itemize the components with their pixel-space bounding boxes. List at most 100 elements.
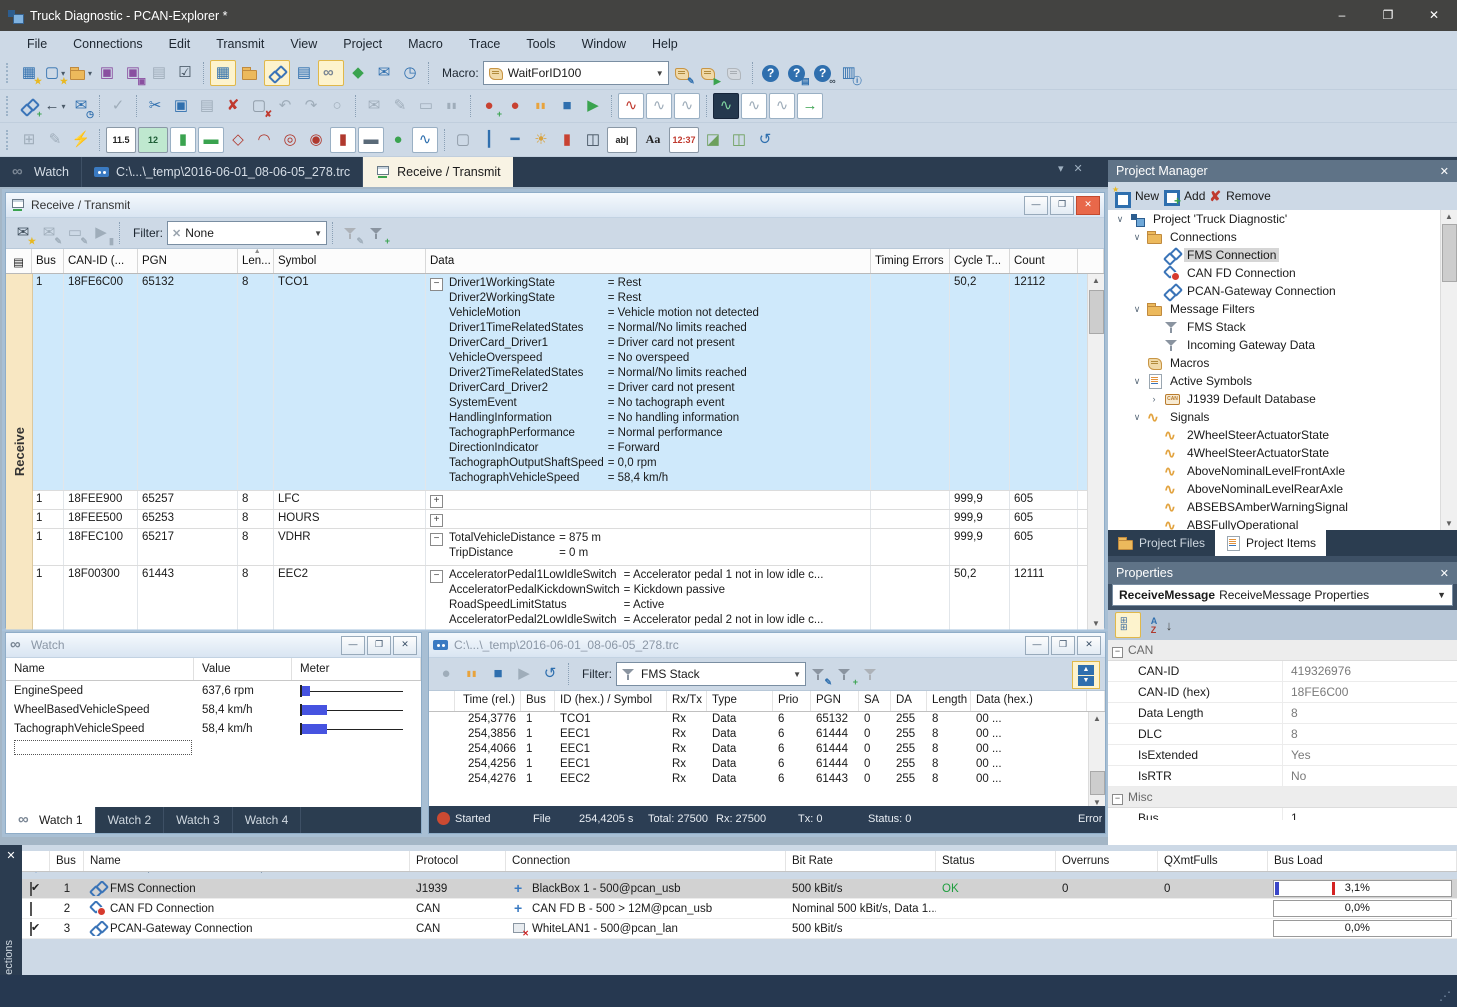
column-header-connection[interactable]: Connection — [506, 851, 786, 871]
toggle-connections[interactable] — [264, 60, 290, 86]
save-all-button[interactable]: ▣▣ — [121, 61, 145, 85]
new-project-button[interactable]: ▦★ — [17, 61, 41, 85]
instr-scale-v[interactable]: ▮ — [330, 127, 356, 153]
instr-gauge-round[interactable]: ◎ — [278, 128, 302, 152]
new-document-button[interactable]: ▢★▾ — [43, 61, 67, 85]
watch-row-wheelbasedvehiclespeed[interactable]: WheelBasedVehicleSpeed58,4 km/h — [6, 700, 421, 719]
scroll-up-icon[interactable]: ▲ — [1092, 276, 1100, 285]
pause-button[interactable]: ▮▮ — [529, 94, 553, 118]
column-header-status[interactable]: Status — [936, 851, 1056, 871]
close-button[interactable]: ✕ — [1077, 636, 1101, 655]
column-header-name[interactable]: Name — [84, 851, 410, 871]
maximize-button[interactable]: ❐ — [1365, 0, 1411, 31]
column-header-rx-tx[interactable]: Rx/Tx — [667, 691, 707, 711]
tree-expander-icon[interactable]: ∨ — [1114, 214, 1126, 225]
instr-led[interactable]: ● — [386, 128, 410, 152]
instr-graph[interactable]: ∿ — [412, 127, 438, 153]
scroll-down-icon[interactable]: ▼ — [1092, 619, 1100, 628]
minimize-button[interactable]: — — [341, 636, 365, 655]
receive-filter-combo[interactable]: ✕None▼ — [167, 221, 327, 245]
new-button[interactable]: New — [1114, 189, 1159, 204]
watch-row-tachographvehiclespeed[interactable]: TachographVehicleSpeed58,4 km/h — [6, 719, 421, 738]
column-header-bus[interactable]: Bus — [521, 691, 555, 711]
column-header-bus[interactable]: Bus — [50, 851, 84, 871]
tab-receive-transmit[interactable]: Receive / Transmit — [363, 157, 513, 187]
column-header-type[interactable]: Type — [707, 691, 773, 711]
menu-macro[interactable]: Macro — [395, 33, 456, 55]
tree-item-incoming-gateway-data[interactable]: Incoming Gateway Data — [1108, 336, 1457, 354]
menu-project[interactable]: Project — [330, 33, 395, 55]
property-group-misc[interactable]: −Misc — [1108, 787, 1457, 808]
enable-checkbox[interactable] — [30, 902, 32, 916]
property-row-dlc[interactable]: DLC8 — [1108, 724, 1457, 745]
trace-filter-combo[interactable]: FMS Stack▼ — [616, 662, 806, 686]
add-button[interactable]: Add — [1163, 189, 1205, 204]
macro-run-button[interactable]: ▶ — [696, 61, 720, 85]
tree-expander-icon[interactable]: › — [1148, 394, 1160, 404]
property-group-can[interactable]: −CAN — [1108, 640, 1457, 661]
instr-slider-v[interactable]: ┃ — [477, 128, 501, 152]
menu-tools[interactable]: Tools — [513, 33, 568, 55]
menu-help[interactable]: Help — [639, 33, 691, 55]
trace-vertical-scrollbar[interactable]: ▲ ▼ — [1088, 712, 1105, 809]
options-button[interactable]: ☑ — [173, 61, 197, 85]
instr-indicator[interactable]: ☀ — [529, 128, 553, 152]
record-new-button[interactable]: ●+ — [477, 94, 501, 118]
close-panel-icon[interactable]: ✕ — [1440, 567, 1449, 580]
menu-trace[interactable]: Trace — [456, 33, 514, 55]
tree-item-4wheelsteeractuatorstate[interactable]: 4WheelSteerActuatorState — [1108, 444, 1457, 462]
resize-grip[interactable]: ⋰ — [1439, 989, 1451, 1003]
maximize-button[interactable]: ❐ — [1050, 196, 1074, 215]
tree-item-abovenominallevelrearaxle[interactable]: AboveNominalLevelRearAxle — [1108, 480, 1457, 498]
collapse-icon[interactable]: − — [430, 570, 443, 583]
tree-expander-icon[interactable]: ∨ — [1131, 376, 1143, 387]
reset-button[interactable]: ←▾ — [43, 94, 67, 118]
tree-item-message-filters[interactable]: ∨Message Filters — [1108, 300, 1457, 318]
tree-item-can-fd-connection[interactable]: CAN FD Connection — [1108, 264, 1457, 282]
column-header-meter[interactable]: Meter — [292, 658, 421, 680]
scroll-up-icon[interactable]: ▲ — [1093, 714, 1101, 723]
property-row-isextended[interactable]: IsExtendedYes — [1108, 745, 1457, 766]
play-button[interactable]: ▶ — [581, 94, 605, 118]
new-message-button[interactable]: ✉★ — [11, 221, 35, 245]
column-header-sa[interactable]: SA — [859, 691, 891, 711]
tree-expander-icon[interactable]: ∨ — [1131, 232, 1143, 243]
tab-watch-3[interactable]: Watch 3 — [164, 807, 233, 833]
close-button[interactable]: ✕ — [1411, 0, 1457, 31]
tree-expander-icon[interactable]: ∨ — [1131, 304, 1143, 315]
info-window-button[interactable]: ▥ⓘ — [837, 61, 861, 85]
menu-file[interactable]: File — [14, 33, 60, 55]
tree-item-j1939-default-database[interactable]: ›J1939 Default Database — [1108, 390, 1457, 408]
plotter-button[interactable]: ∿ — [618, 93, 644, 119]
message-row-hours[interactable]: 118FEE500652538HOURS+ 999,9605 — [32, 510, 1104, 529]
instr-led-bar[interactable]: ▮ — [555, 128, 579, 152]
maximize-button[interactable]: ❐ — [1051, 636, 1075, 655]
tree-item-absfullyoperational[interactable]: ABSFullyOperational — [1108, 516, 1457, 530]
scope-button[interactable]: ∿ — [713, 93, 739, 119]
connection-row-can-fd-connection[interactable]: 2CAN FD ConnectionCANCAN FD B - 500 > 12… — [22, 899, 1457, 919]
open-button[interactable]: ▾ — [69, 61, 93, 85]
close-document-icon[interactable]: ✕ — [1074, 162, 1083, 175]
connection-row-pcan-gateway-connection[interactable]: 3PCAN-Gateway ConnectionCANWhiteLAN1 - 5… — [22, 919, 1457, 939]
message-row-lfc[interactable]: 118FEE900652578LFC+ 999,9605 — [32, 491, 1104, 510]
column-header-qxmtfulls[interactable]: QXmtFulls — [1158, 851, 1268, 871]
stop-button[interactable]: ■ — [486, 662, 510, 686]
instr-digital-display[interactable]: 12 — [138, 127, 168, 153]
instr-gauge-diamond[interactable]: ◇ — [226, 128, 250, 152]
tree-expander-icon[interactable]: ∨ — [1131, 412, 1143, 423]
message-delay-button[interactable]: ✉◷ — [69, 94, 93, 118]
collapse-icon[interactable]: − — [1112, 794, 1123, 805]
scroll-thumb[interactable] — [1442, 224, 1457, 282]
toggle-watch[interactable] — [318, 60, 344, 86]
minimize-button[interactable]: — — [1025, 636, 1049, 655]
copy-button[interactable]: ▣ — [169, 94, 193, 118]
column-header-pgn[interactable]: PGN — [138, 249, 238, 273]
menu-connections[interactable]: Connections — [60, 33, 156, 55]
property-row-isrtr[interactable]: IsRTRNo — [1108, 766, 1457, 787]
save-button[interactable]: ▣ — [95, 61, 119, 85]
tab-watch-2[interactable]: Watch 2 — [96, 807, 165, 833]
sort-alphabetical-button[interactable]: ↓ — [1149, 613, 1173, 637]
close-panel-icon[interactable]: ✕ — [0, 845, 22, 862]
instr-numeric-display[interactable]: 11.5 — [106, 127, 136, 153]
instr-frame[interactable]: ▢ — [451, 128, 475, 152]
